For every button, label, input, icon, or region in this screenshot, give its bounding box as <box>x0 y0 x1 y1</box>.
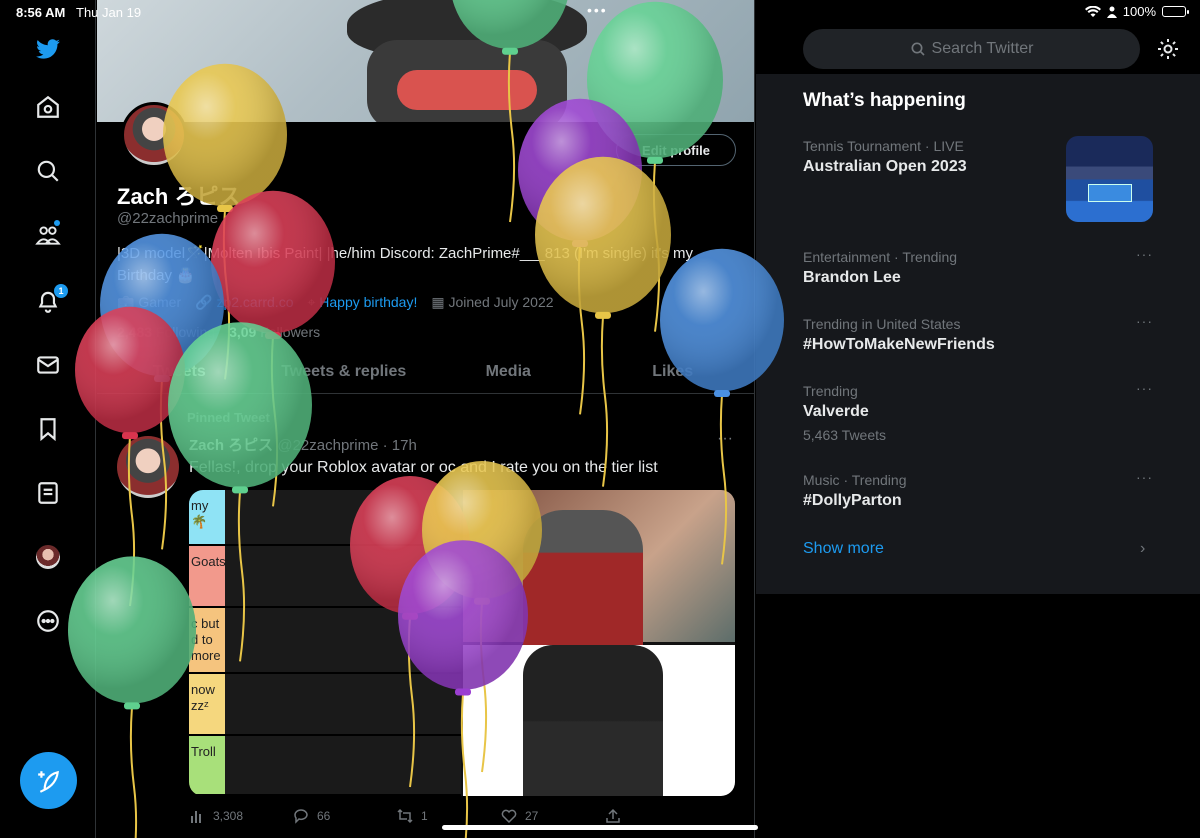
share-icon <box>606 808 620 823</box>
retweet-button[interactable]: 1 <box>397 808 501 824</box>
edit-profile-button[interactable]: Edit profile <box>616 134 736 166</box>
compose-tweet-icon <box>37 770 59 793</box>
tweet-actions: 3,308 66 1 27 <box>189 808 735 824</box>
search-placeholder: Search Twitter <box>931 40 1034 57</box>
follow-counts: 2,483 Following 3,09 Followers <box>117 324 320 340</box>
tier-label: Troll <box>189 736 225 794</box>
search-icon <box>911 42 925 56</box>
tab-tweets-replies[interactable]: Tweets & replies <box>262 352 427 393</box>
tier-label: c but d to more <box>189 608 225 672</box>
home-indicator[interactable] <box>442 825 758 830</box>
tier-label: now zzᶻ <box>189 674 225 734</box>
search-bar[interactable]: Search Twitter <box>803 29 1140 69</box>
pinned-label: Pinned Tweet <box>187 410 270 425</box>
tweet-handle: @22zachprime <box>277 437 379 454</box>
trend-more-button[interactable]: ··· <box>1136 313 1153 329</box>
profile-handle: @22zachprime <box>117 210 219 227</box>
status-date: Thu Jan 19 <box>76 5 142 20</box>
heart-icon <box>501 809 517 824</box>
reply-icon <box>294 809 308 824</box>
show-more-link[interactable]: Show more <box>803 540 884 558</box>
messages-envelope-icon[interactable] <box>33 350 63 380</box>
home-icon[interactable] <box>33 92 63 122</box>
trend-thumbnail[interactable] <box>1066 136 1153 222</box>
tier-label: Goats <box>189 546 225 606</box>
tier-label: my 🌴 <box>189 490 225 544</box>
lists-icon[interactable] <box>33 478 63 508</box>
tab-tweets[interactable]: Tweets <box>97 352 262 393</box>
trend-more-button[interactable]: ··· <box>1136 380 1153 396</box>
trends-title: What’s happening <box>803 90 966 111</box>
retweet-icon <box>397 808 413 824</box>
profile-meta: 💼 Gamer 🔗 zp2.carrd.co ⌖ Happy birthday!… <box>117 294 554 311</box>
location-pin-icon: ⌖ <box>307 294 316 310</box>
profile-bio: |3D model🪄|Molten Ibis Paint| |he/him Di… <box>117 245 694 284</box>
settings-gear-icon[interactable] <box>1156 37 1180 61</box>
trend-item[interactable]: Trending Valverde 5,463 Tweets <box>803 383 1153 443</box>
tweet-text: Fellas!, drop your Roblox avatar or oc a… <box>189 459 658 476</box>
profile-job: 💼 Gamer <box>117 294 182 310</box>
trend-item[interactable]: Entertainment · Trending Brandon Lee <box>803 249 1153 287</box>
followers-link[interactable]: 3,09 Followers <box>229 324 320 340</box>
profile-tabs: Tweets Tweets & replies Media Likes <box>97 352 755 394</box>
twitter-logo-icon[interactable] <box>33 34 63 64</box>
communities-new-dot <box>54 220 60 226</box>
profile-link[interactable]: 🔗 zp2.carrd.co <box>195 294 293 311</box>
trend-more-button[interactable]: ··· <box>1136 469 1153 485</box>
status-bar: 8:56 AM Thu Jan 19 100% <box>0 0 1200 24</box>
tier-list-image: my 🌴 Goats c but d to more now zzᶻ Troll <box>189 490 461 796</box>
tab-media[interactable]: Media <box>426 352 591 393</box>
media-avatar-image <box>463 490 735 650</box>
trend-more-button[interactable]: ··· <box>1136 246 1153 262</box>
tweet-header: Zach ろピス @22zachprime · 17h <box>189 434 417 455</box>
bookmarks-icon[interactable] <box>33 414 63 444</box>
tweet-more-button[interactable]: ··· <box>717 430 733 448</box>
trends-panel: What’s happening Tennis Tournament · LIV… <box>756 74 1200 594</box>
profile-avatar-icon[interactable] <box>36 545 60 569</box>
left-nav: 1 <box>0 0 96 838</box>
tweet-author[interactable]: Zach ろピス <box>189 437 273 454</box>
battery-icon <box>1162 6 1189 17</box>
profile-birthday: ⌖ Happy birthday! <box>307 294 418 310</box>
trend-item[interactable]: Trending in United States #HowToMakeNewF… <box>803 316 1153 354</box>
person-icon <box>1106 6 1117 18</box>
wifi-icon <box>1084 5 1101 17</box>
battery-percent: 100% <box>1122 4 1156 19</box>
profile-name: Zach ろピス <box>117 184 241 209</box>
explore-search-icon[interactable] <box>33 156 63 186</box>
tweet-time: · 17h <box>382 437 417 454</box>
media-roblox-image <box>463 645 735 796</box>
tab-likes[interactable]: Likes <box>591 352 755 393</box>
tweet-media[interactable]: my 🌴 Goats c but d to more now zzᶻ Troll <box>189 490 735 796</box>
profile-joined: ▦ Joined July 2022 <box>431 294 554 310</box>
calendar-icon: ▦ <box>431 294 445 310</box>
right-sidebar: Search Twitter What’s happening Tennis T… <box>756 0 1200 838</box>
status-indicators: 100% <box>1084 4 1189 19</box>
following-link[interactable]: 2,483 Following <box>117 324 215 340</box>
tweet-avatar[interactable] <box>117 436 179 498</box>
profile-main-column: ••• Edit profile Zach ろピス @22zachprime |… <box>97 0 755 838</box>
chevron-right-icon: › <box>1140 540 1146 557</box>
analytics-icon <box>191 811 201 823</box>
compose-tweet-button[interactable] <box>20 752 77 809</box>
share-button[interactable] <box>605 808 709 824</box>
profile-avatar[interactable] <box>121 102 187 168</box>
like-button[interactable]: 27 <box>501 808 605 824</box>
reply-button[interactable]: 66 <box>293 808 397 824</box>
notification-badge: 1 <box>54 284 68 298</box>
trend-item[interactable]: Music · Trending #DollyParton <box>803 472 1153 510</box>
status-time: 8:56 AM <box>16 5 66 20</box>
more-options-icon[interactable] <box>33 606 63 636</box>
views-button[interactable]: 3,308 <box>189 808 293 824</box>
